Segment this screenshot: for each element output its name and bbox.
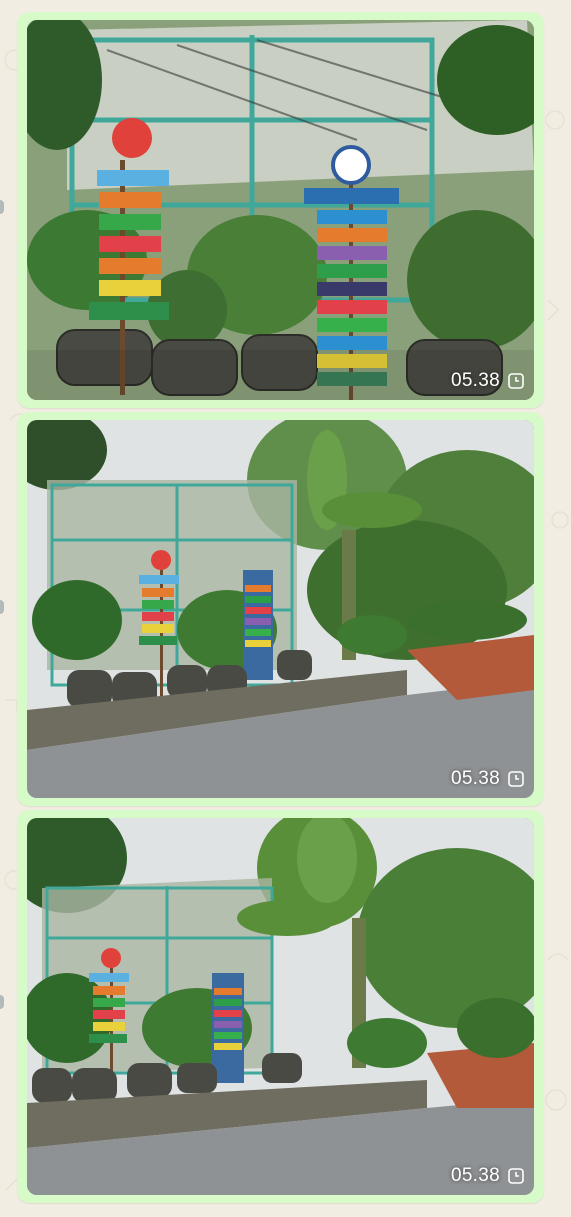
photo-greenhouse-signposts: [27, 20, 534, 400]
image-message[interactable]: 05.38: [17, 810, 544, 1203]
message-meta: 05.38: [451, 768, 524, 790]
clock-icon: [508, 1168, 524, 1184]
timestamp: 05.38: [450, 1165, 500, 1186]
clock-icon: [508, 373, 524, 389]
photo-garden-wide-2: [27, 818, 534, 1195]
clock-icon: [508, 771, 524, 787]
timestamp: 05.38: [450, 370, 500, 391]
photo[interactable]: [27, 818, 534, 1195]
photo-garden-wide: [27, 420, 534, 798]
image-message[interactable]: 05.38: [17, 12, 544, 408]
timestamp: 05.38: [450, 768, 500, 789]
scroll-indicator: [0, 200, 4, 214]
photo[interactable]: [27, 20, 534, 400]
photo[interactable]: [27, 420, 534, 798]
scroll-indicator: [0, 600, 4, 614]
message-meta: 05.38: [451, 370, 524, 392]
image-message[interactable]: 05.38: [17, 412, 544, 806]
message-meta: 05.38: [451, 1165, 524, 1187]
scroll-indicator: [0, 995, 4, 1009]
